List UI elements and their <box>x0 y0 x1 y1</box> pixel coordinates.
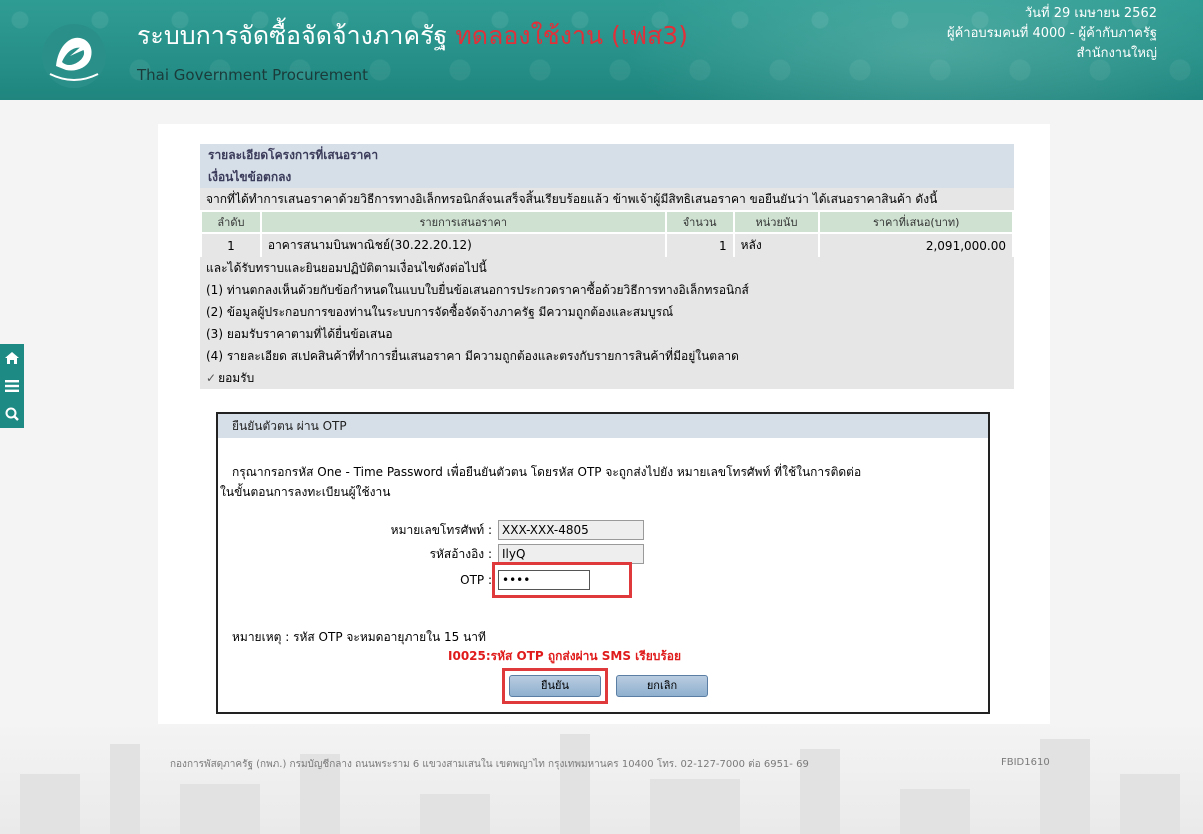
cell-item: อาคารสนามบินพาณิชย์(30.22.20.12) <box>259 233 667 257</box>
home-icon[interactable] <box>0 344 24 372</box>
conditions-title: เงื่อนไขข้อตกลง <box>200 166 1014 188</box>
user-info: วันที่ 29 เมษายน 2562 ผู้ค้าอบรมคนที่ 40… <box>947 4 1157 64</box>
site-subtitle: Thai Government Procurement <box>137 66 368 84</box>
col-no: ลำดับ <box>200 210 262 234</box>
col-qty: จำนวน <box>664 210 735 234</box>
side-toolbar <box>0 344 24 428</box>
conditions-list: และได้รับทราบและยินยอมปฏิบัติตามเงื่อนไข… <box>200 257 1014 389</box>
comptroller-logo-icon <box>42 24 106 88</box>
condition-item: (3) ยอมรับราคาตามที่ได้ยื่นข้อเสนอ <box>206 327 393 341</box>
bid-items-table: ลำดับ รายการเสนอราคา จำนวน หน่วยนับ ราคา… <box>200 210 1014 257</box>
cell-no: 1 <box>200 233 262 257</box>
cell-unit: หลัง <box>732 233 821 257</box>
condition-item: (4) รายละเอียด สเปคสินค้าที่ทำการยื่นเสน… <box>206 349 739 363</box>
condition-item: (2) ข้อมูลผู้ประกอบการของท่านในระบบการจั… <box>206 305 674 319</box>
site-title: ระบบการจัดซื้อจัดจ้างภาครัฐ ทดลองใช้งาน (… <box>137 16 688 56</box>
accept-checkbox[interactable]: ✓ ยอมรับ <box>200 367 1014 389</box>
user-branch: สำนักงานใหญ่ <box>1076 46 1157 61</box>
cell-qty: 1 <box>664 233 735 257</box>
accept-label: ยอมรับ <box>218 371 255 385</box>
otp-label: OTP : <box>460 573 492 587</box>
cancel-button[interactable]: ยกเลิก <box>616 675 708 697</box>
ref-row: รหัสอ้างอิง : IlyQ <box>378 544 644 564</box>
otp-description: กรุณากรอกรหัส One - Time Password เพื่อย… <box>220 462 960 502</box>
trial-label: ทดลองใช้งาน (เฟส3) <box>455 21 688 50</box>
section-title: รายละเอียดโครงการที่เสนอราคา <box>200 144 1014 166</box>
table-header-row: ลำดับ รายการเสนอราคา จำนวน หน่วยนับ ราคา… <box>200 210 1014 234</box>
background-skyline <box>0 720 1203 834</box>
phone-row: หมายเลขโทรศัพท์ : XXX-XXX-4805 <box>378 520 644 540</box>
ack-text: และได้รับทราบและยินยอมปฏิบัติตามเงื่อนไข… <box>206 261 487 275</box>
table-row: 1 อาคารสนามบินพาณิชย์(30.22.20.12) 1 หลั… <box>200 233 1014 257</box>
col-item: รายการเสนอราคา <box>259 210 667 234</box>
check-icon: ✓ <box>206 371 217 385</box>
intro-text: จากที่ได้ทำการเสนอราคาด้วยวิธีการทางอิเล… <box>200 188 1014 210</box>
ref-field: IlyQ <box>498 544 644 564</box>
condition-item: (1) ท่านตกลงเห็นด้วยกับข้อกำหนดในแบบใบยื… <box>206 283 749 297</box>
otp-note: หมายเหตุ : รหัส OTP จะหมดอายุภายใน 15 นา… <box>232 630 486 644</box>
site-title-text: ระบบการจัดซื้อจัดจ้างภาครัฐ <box>137 21 448 50</box>
site-header: ระบบการจัดซื้อจัดจ้างภาครัฐ ทดลองใช้งาน (… <box>0 0 1203 100</box>
otp-description-line2: ในขั้นตอนการลงทะเบียนผู้ใช้งาน <box>220 485 391 499</box>
user-name: ผู้ค้าอบรมคนที่ 4000 - ผู้ค้ากับภาครัฐ <box>946 26 1157 41</box>
current-date: วันที่ 29 เมษายน 2562 <box>1024 6 1157 21</box>
footer-address: กองการพัสดุภาครัฐ (กพภ.) กรมบัญชีกลาง ถน… <box>170 759 809 770</box>
otp-dialog-title: ยืนยันตัวตน ผ่าน OTP <box>218 414 988 438</box>
page-code: FBID1610 <box>1001 757 1050 768</box>
search-icon[interactable] <box>0 400 24 428</box>
confirm-button[interactable]: ยืนยัน <box>509 675 601 697</box>
col-unit: หน่วยนับ <box>732 210 821 234</box>
menu-icon[interactable] <box>0 372 24 400</box>
main-panel: รายละเอียดโครงการที่เสนอราคา เงื่อนไขข้อ… <box>158 124 1050 724</box>
cell-price: 2,091,000.00 <box>818 233 1014 257</box>
project-details: รายละเอียดโครงการที่เสนอราคา เงื่อนไขข้อ… <box>200 144 1014 389</box>
otp-input[interactable] <box>498 570 590 590</box>
otp-sent-message: I0025:รหัส OTP ถูกส่งผ่าน SMS เรียบร้อย <box>448 649 682 663</box>
otp-description-line1: กรุณากรอกรหัส One - Time Password เพื่อย… <box>232 465 862 479</box>
ref-label: รหัสอ้างอิง : <box>429 546 492 561</box>
col-price: ราคาที่เสนอ(บาท) <box>818 210 1014 234</box>
otp-dialog: ยืนยันตัวตน ผ่าน OTP กรุณากรอกรหัส One -… <box>216 412 990 714</box>
otp-row: OTP : <box>378 570 590 590</box>
phone-label: หมายเลขโทรศัพท์ : <box>390 522 492 537</box>
phone-field: XXX-XXX-4805 <box>498 520 644 540</box>
